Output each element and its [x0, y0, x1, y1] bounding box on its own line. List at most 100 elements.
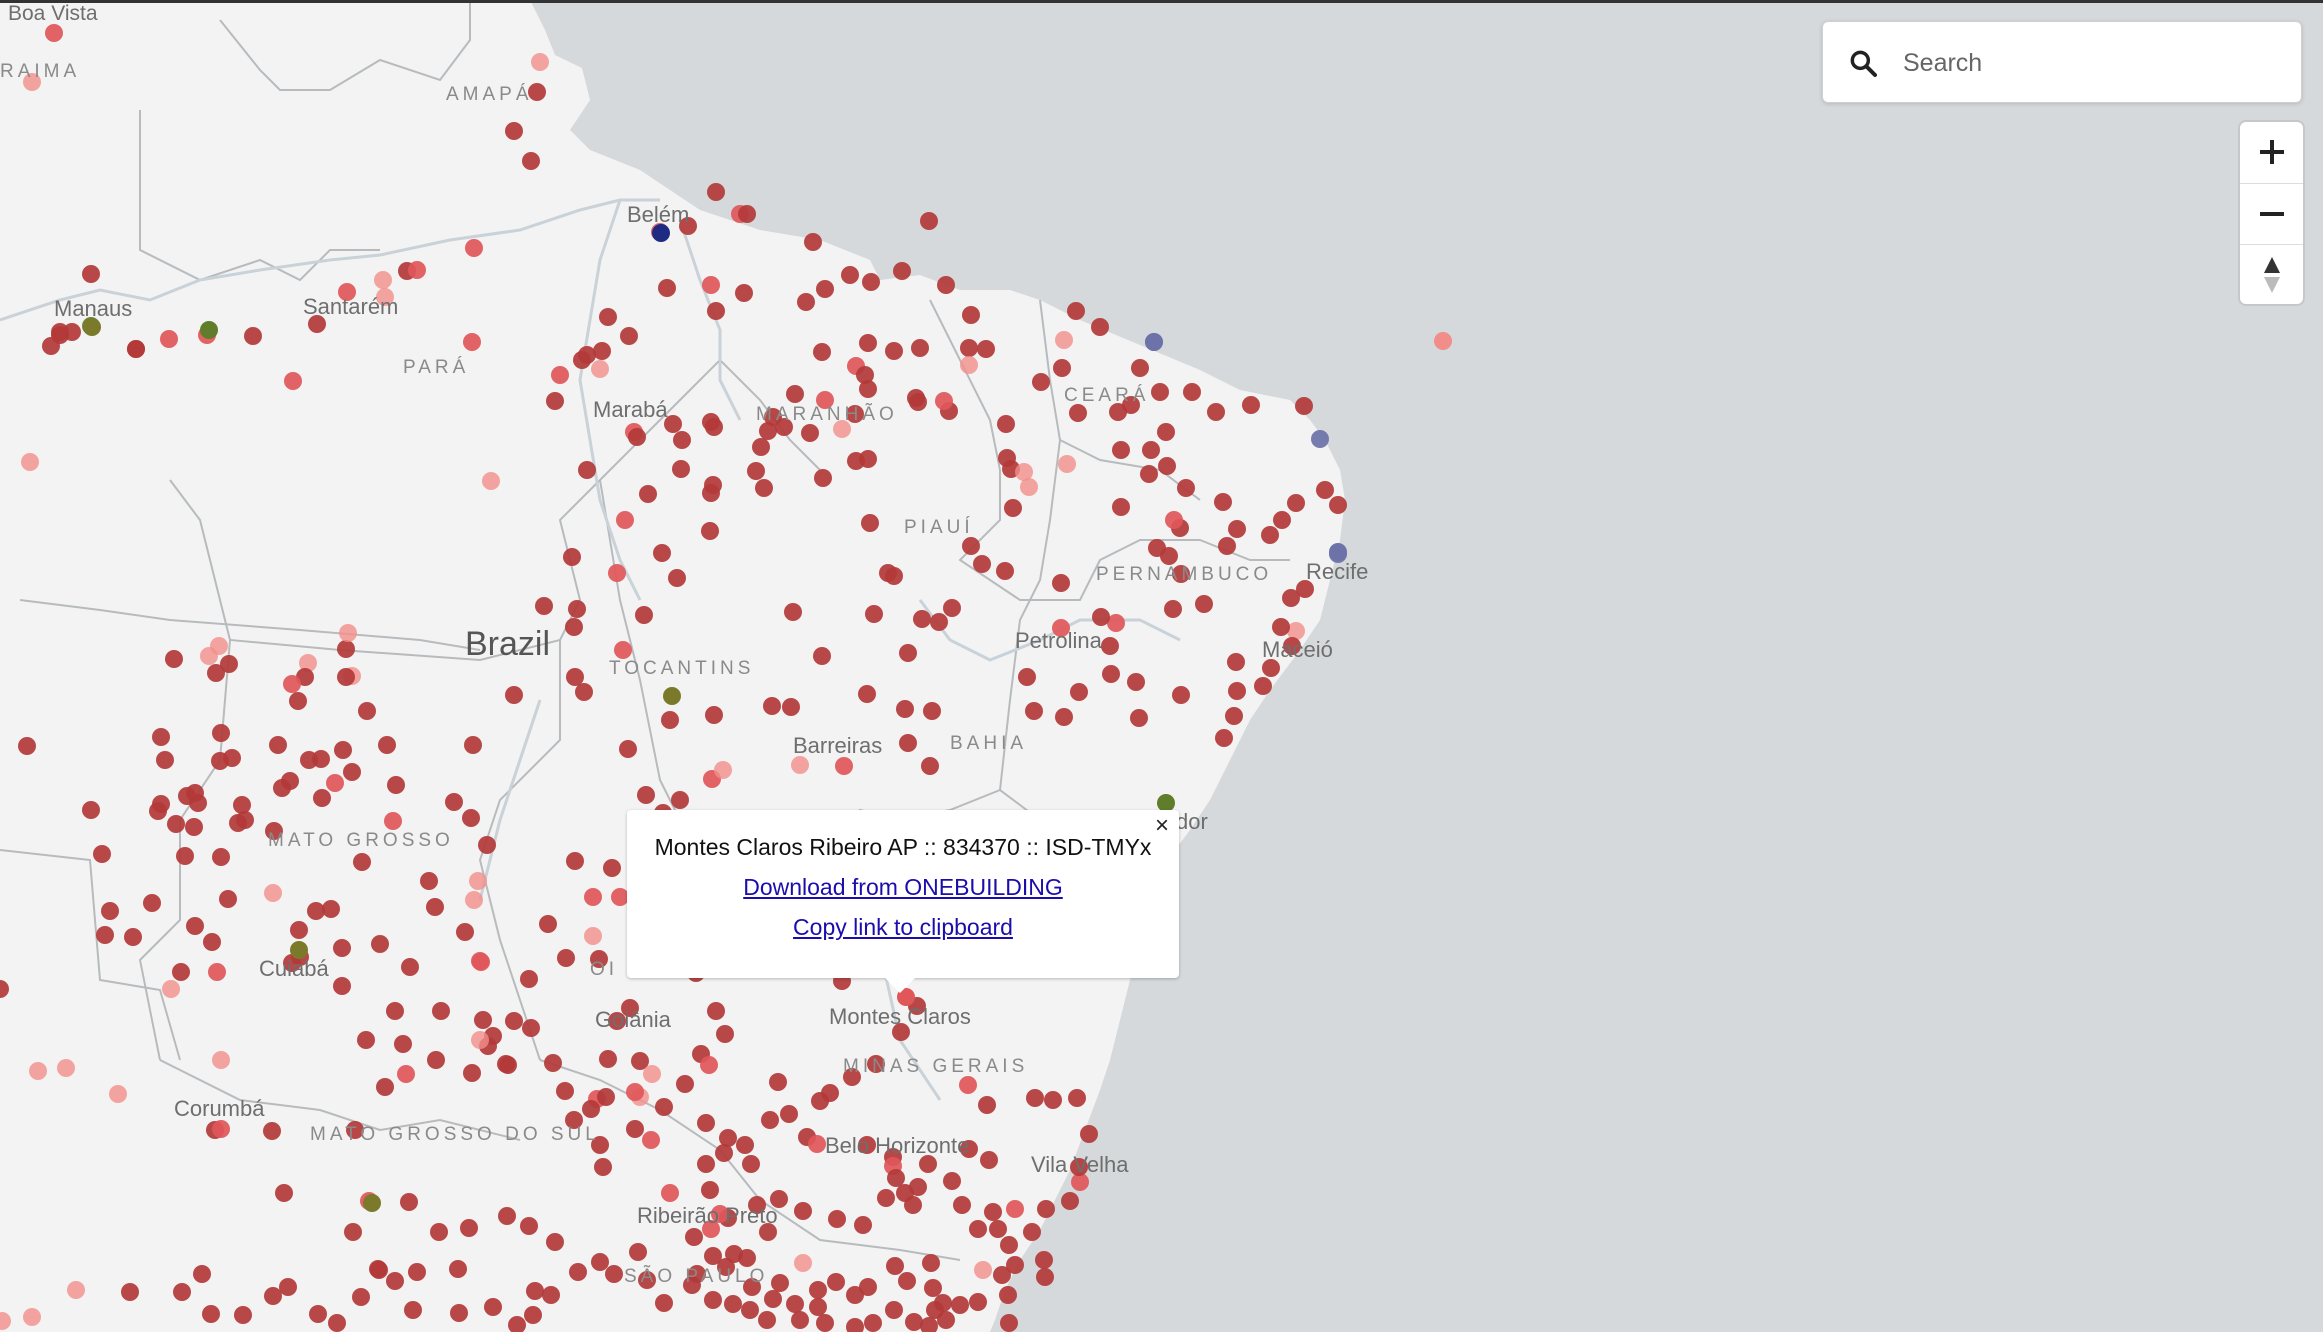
station-marker[interactable]	[333, 977, 351, 995]
station-marker[interactable]	[969, 1293, 987, 1311]
station-marker[interactable]	[887, 1169, 905, 1187]
station-marker[interactable]	[445, 793, 463, 811]
station-marker[interactable]	[786, 385, 804, 403]
station-marker[interactable]	[899, 734, 917, 752]
station-marker[interactable]	[1023, 1223, 1041, 1241]
station-marker[interactable]	[1067, 302, 1085, 320]
station-marker[interactable]	[178, 787, 196, 805]
station-marker[interactable]	[167, 815, 185, 833]
station-marker[interactable]	[185, 818, 203, 836]
station-marker[interactable]	[724, 1295, 742, 1313]
station-marker[interactable]	[463, 333, 481, 351]
station-marker[interactable]	[101, 902, 119, 920]
station-marker[interactable]	[263, 1122, 281, 1140]
station-marker[interactable]	[907, 389, 925, 407]
station-marker[interactable]	[714, 761, 732, 779]
station-marker[interactable]	[337, 640, 355, 658]
station-marker[interactable]	[542, 1286, 560, 1304]
station-marker[interactable]	[464, 736, 482, 754]
station-marker[interactable]	[82, 801, 100, 819]
station-marker[interactable]	[923, 702, 941, 720]
station-marker[interactable]	[1295, 397, 1313, 415]
station-marker[interactable]	[474, 1011, 492, 1029]
station-marker[interactable]	[791, 1311, 809, 1329]
station-marker[interactable]	[761, 1111, 779, 1129]
station-marker[interactable]	[1273, 511, 1291, 529]
station-marker[interactable]	[1044, 1091, 1062, 1109]
station-marker[interactable]	[374, 271, 392, 289]
station-marker[interactable]	[1140, 465, 1158, 483]
station-marker[interactable]	[208, 963, 226, 981]
station-marker[interactable]	[1311, 430, 1329, 448]
station-marker[interactable]	[465, 891, 483, 909]
station-marker[interactable]	[546, 392, 564, 410]
station-marker[interactable]	[1018, 668, 1036, 686]
station-marker[interactable]	[1215, 729, 1233, 747]
station-marker[interactable]	[378, 736, 396, 754]
station-marker[interactable]	[608, 564, 626, 582]
station-marker[interactable]	[1195, 595, 1213, 613]
station-marker[interactable]	[791, 756, 809, 774]
station-marker[interactable]	[193, 1265, 211, 1283]
station-marker[interactable]	[962, 306, 980, 324]
station-marker[interactable]	[143, 894, 161, 912]
station-marker[interactable]	[738, 1249, 756, 1267]
station-marker[interactable]	[233, 796, 251, 814]
station-marker[interactable]	[661, 1184, 679, 1202]
station-marker[interactable]	[752, 438, 770, 456]
station-marker[interactable]	[1091, 318, 1109, 336]
station-marker[interactable]	[520, 970, 538, 988]
station-marker[interactable]	[300, 751, 318, 769]
station-marker[interactable]	[172, 963, 190, 981]
station-marker[interactable]	[616, 511, 634, 529]
station-marker[interactable]	[353, 853, 371, 871]
station-marker[interactable]	[780, 1105, 798, 1123]
station-marker[interactable]	[672, 460, 690, 478]
station-marker[interactable]	[1006, 1200, 1024, 1218]
station-marker[interactable]	[505, 1012, 523, 1030]
station-marker[interactable]	[655, 1294, 673, 1312]
station-marker[interactable]	[758, 1311, 776, 1329]
station-marker[interactable]	[21, 453, 39, 471]
station-marker[interactable]	[1055, 708, 1073, 726]
station-marker[interactable]	[51, 323, 69, 341]
compass-button[interactable]	[2240, 244, 2303, 305]
station-marker[interactable]	[764, 1290, 782, 1308]
station-marker[interactable]	[498, 1207, 516, 1225]
station-marker[interactable]	[289, 692, 307, 710]
station-marker[interactable]	[212, 724, 230, 742]
station-marker[interactable]	[531, 53, 549, 71]
station-marker[interactable]	[93, 845, 111, 863]
station-marker[interactable]	[420, 872, 438, 890]
station-marker[interactable]	[809, 1298, 827, 1316]
station-marker[interactable]	[953, 1196, 971, 1214]
station-marker[interactable]	[697, 1155, 715, 1173]
station-marker[interactable]	[639, 485, 657, 503]
station-marker[interactable]	[352, 1288, 370, 1306]
station-marker[interactable]	[811, 1092, 829, 1110]
station-marker[interactable]	[996, 562, 1014, 580]
station-marker[interactable]	[469, 872, 487, 890]
station-marker[interactable]	[344, 1223, 362, 1241]
station-marker[interactable]	[1112, 498, 1130, 516]
station-marker[interactable]	[337, 668, 355, 686]
station-marker[interactable]	[904, 1196, 922, 1214]
station-marker[interactable]	[269, 736, 287, 754]
station-marker[interactable]	[1131, 359, 1149, 377]
station-marker[interactable]	[913, 610, 931, 628]
station-marker[interactable]	[886, 1257, 904, 1275]
station-marker[interactable]	[865, 605, 883, 623]
station-marker[interactable]	[160, 330, 178, 348]
station-marker[interactable]	[578, 461, 596, 479]
station-marker[interactable]	[1227, 653, 1245, 671]
station-marker[interactable]	[357, 1031, 375, 1049]
station-marker[interactable]	[794, 1254, 812, 1272]
station-marker[interactable]	[1052, 574, 1070, 592]
station-marker[interactable]	[763, 697, 781, 715]
station-marker[interactable]	[575, 683, 593, 701]
station-marker[interactable]	[1434, 332, 1452, 350]
station-marker[interactable]	[816, 280, 834, 298]
station-marker[interactable]	[973, 555, 991, 573]
station-marker[interactable]	[264, 884, 282, 902]
station-marker[interactable]	[1068, 1089, 1086, 1107]
